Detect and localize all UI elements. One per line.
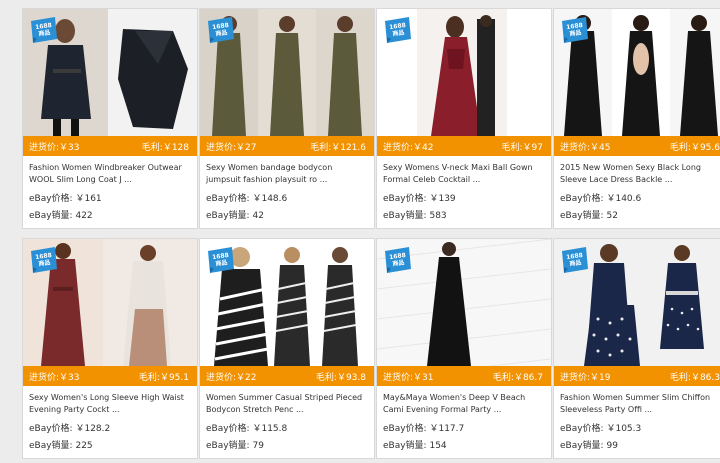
- product-title-link[interactable]: 2015 New Women Sexy Black Long Sleeve La…: [554, 156, 720, 190]
- ebay-sales: eBay销量: 79: [206, 441, 264, 451]
- price-bar: 进货价:￥33 毛利:￥128: [23, 136, 197, 156]
- cost-price: 进货价:￥42: [383, 142, 434, 153]
- ebay-price: eBay价格: ￥115.8: [206, 424, 288, 434]
- product-card[interactable]: 1688 商品 进货价:￥31 毛利:￥86.7 May&Maya Women's…: [376, 238, 552, 459]
- profit: 毛利:￥93.8: [315, 372, 366, 383]
- ebay-price: eBay价格: ￥105.3: [560, 424, 642, 434]
- product-image[interactable]: 1688 商品: [200, 239, 374, 366]
- profit: 毛利:￥86.7: [492, 372, 543, 383]
- 1688-badge-icon: 1688 商品: [383, 15, 413, 45]
- ebay-price: eBay价格: ￥148.6: [206, 194, 288, 204]
- 1688-badge-icon: 1688 商品: [383, 245, 413, 275]
- cost-price: 进货价:￥27: [206, 142, 257, 153]
- product-image[interactable]: 1688 商品: [377, 9, 551, 136]
- product-image[interactable]: 1688 商品: [23, 9, 197, 136]
- ebay-price: eBay价格: ￥139: [383, 194, 456, 204]
- product-title-link[interactable]: Women Summer Casual Striped Pieced Bodyc…: [200, 386, 374, 420]
- 1688-badge-icon: 1688 商品: [560, 15, 590, 45]
- product-title-link[interactable]: Sexy Womens V-neck Maxi Ball Gown Formal…: [377, 156, 551, 190]
- ebay-sales: eBay销量: 99: [560, 441, 618, 451]
- product-title-link[interactable]: Sexy Women's Long Sleeve High Waist Even…: [23, 386, 197, 420]
- 1688-badge-icon: 1688 商品: [29, 15, 59, 45]
- product-grid: 1688 商品 进货价:￥33 毛利:￥128 Fashion Women Win…: [0, 0, 720, 463]
- product-card[interactable]: 1688 商品 进货价:￥33 毛利:￥95.1 Sexy Women's Lon…: [22, 238, 198, 459]
- ebay-sales: eBay销量: 583: [383, 211, 447, 221]
- profit: 毛利:￥97: [501, 142, 544, 153]
- profit: 毛利:￥128: [141, 142, 189, 153]
- cost-price: 进货价:￥45: [560, 142, 611, 153]
- product-image[interactable]: 1688 商品: [377, 239, 551, 366]
- ebay-price: eBay价格: ￥140.6: [560, 194, 642, 204]
- ebay-price: eBay价格: ￥117.7: [383, 424, 465, 434]
- profit: 毛利:￥86.3: [669, 372, 720, 383]
- cost-price: 进货价:￥19: [560, 372, 611, 383]
- profit: 毛利:￥95.6: [669, 142, 720, 153]
- price-bar: 进货价:￥31 毛利:￥86.7: [377, 366, 551, 386]
- ebay-sales: eBay销量: 52: [560, 211, 618, 221]
- product-image[interactable]: 1688 商品: [200, 9, 374, 136]
- product-image[interactable]: 1688 商品: [554, 9, 720, 136]
- 1688-badge-icon: 1688 商品: [206, 15, 236, 45]
- product-card[interactable]: 1688 商品 进货价:￥22 毛利:￥93.8 Women Summer Cas…: [199, 238, 375, 459]
- product-title-link[interactable]: Fashion Women Summer Slim Chiffon Sleeve…: [554, 386, 720, 420]
- product-card[interactable]: 1688 商品 进货价:￥33 毛利:￥128 Fashion Women Win…: [22, 8, 198, 229]
- product-image[interactable]: 1688 商品: [554, 239, 720, 366]
- ebay-sales: eBay销量: 422: [29, 211, 93, 221]
- price-bar: 进货价:￥42 毛利:￥97: [377, 136, 551, 156]
- price-bar: 进货价:￥19 毛利:￥86.3: [554, 366, 720, 386]
- product-title-link[interactable]: Fashion Women Windbreaker Outwear WOOL S…: [23, 156, 197, 190]
- cost-price: 进货价:￥33: [29, 142, 80, 153]
- price-bar: 进货价:￥27 毛利:￥121.6: [200, 136, 374, 156]
- product-card[interactable]: 1688 商品 进货价:￥45 毛利:￥95.6 2015 New Women S…: [553, 8, 720, 229]
- 1688-badge-icon: 1688 商品: [206, 245, 236, 275]
- price-bar: 进货价:￥22 毛利:￥93.8: [200, 366, 374, 386]
- profit: 毛利:￥121.6: [310, 142, 366, 153]
- product-card[interactable]: 1688 商品 进货价:￥42 毛利:￥97 Sexy Womens V-neck…: [376, 8, 552, 229]
- ebay-sales: eBay销量: 42: [206, 211, 264, 221]
- cost-price: 进货价:￥31: [383, 372, 434, 383]
- 1688-badge-icon: 1688 商品: [560, 245, 590, 275]
- 1688-badge-icon: 1688 商品: [29, 245, 59, 275]
- ebay-price: eBay价格: ￥161: [29, 194, 102, 204]
- product-image[interactable]: 1688 商品: [23, 239, 197, 366]
- price-bar: 进货价:￥45 毛利:￥95.6: [554, 136, 720, 156]
- ebay-price: eBay价格: ￥128.2: [29, 424, 111, 434]
- product-card[interactable]: 1688 商品 进货价:￥19 毛利:￥86.3 Fashion Women Su…: [553, 238, 720, 459]
- ebay-sales: eBay销量: 225: [29, 441, 93, 451]
- profit: 毛利:￥95.1: [138, 372, 189, 383]
- price-bar: 进货价:￥33 毛利:￥95.1: [23, 366, 197, 386]
- product-title-link[interactable]: Sexy Women bandage bodycon jumpsuit fash…: [200, 156, 374, 190]
- product-card[interactable]: 1688 商品 进货价:￥27 毛利:￥121.6 Sexy Women band…: [199, 8, 375, 229]
- product-title-link[interactable]: May&Maya Women's Deep V Beach Cami Eveni…: [377, 386, 551, 420]
- ebay-sales: eBay销量: 154: [383, 441, 447, 451]
- cost-price: 进货价:￥22: [206, 372, 257, 383]
- cost-price: 进货价:￥33: [29, 372, 80, 383]
